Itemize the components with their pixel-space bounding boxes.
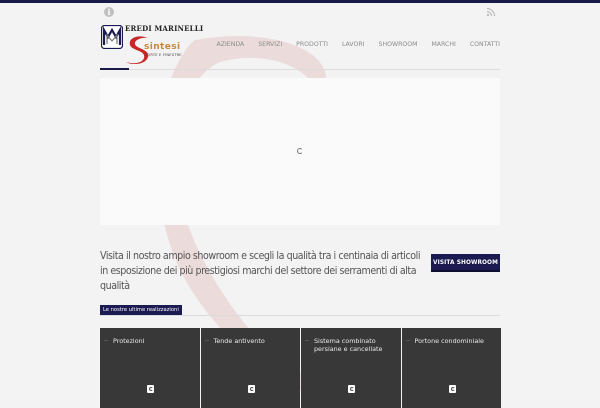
rss-icon[interactable] [486,7,496,17]
work-tile[interactable]: Sistema combinato persiane e cancellate [301,328,401,408]
nav-item-lavori[interactable]: LAVORI [335,41,372,48]
main-nav: AZIENDA SERVIZI PRODOTTI LAVORI SHOWROOM… [210,41,501,48]
top-accent-stripe [0,0,600,3]
nav-item-showroom[interactable]: SHOWROOM [372,41,425,48]
work-tile[interactable]: Tende antivento [200,328,300,408]
spinner-icon [147,385,154,393]
spinner-icon [448,385,456,393]
nav-item-contatti[interactable]: CONTATTI [463,41,500,48]
section-heading: Le nostre ultime realizzazioni [100,305,182,315]
nav-item-prodotti[interactable]: PRODOTTI [289,41,335,48]
showroom-promo-text: Visita il nostro ampio showroom e scegli… [100,250,421,292]
header-divider [129,69,500,70]
work-tile[interactable]: Protezioni [100,328,200,408]
site-header: EREDI MARINELLI sintesi PORTE E FINESTRE… [100,20,500,70]
logo-company-name: EREDI MARINELLI [125,24,204,33]
spinner-icon [348,385,355,393]
work-tile-title: Tende antivento [213,337,265,345]
work-tile-title: Protezioni [113,337,145,345]
nav-item-marchi[interactable]: MARCHI [424,41,462,48]
spinner-icon [247,385,255,393]
nav-item-azienda[interactable]: AZIENDA [210,41,252,48]
logo-tagline: PORTE E FINESTRE [145,53,182,57]
tile-bullet-icon [405,340,410,341]
tile-bullet-icon [104,340,108,341]
site-logo[interactable]: EREDI MARINELLI sintesi PORTE E FINESTRE [100,22,203,68]
logo-sub-brand: sintesi [144,42,181,52]
work-tile-title: Portone condominiale [414,337,484,345]
works-grid: Protezioni Tende antivento Sistema combi… [100,328,501,408]
nav-active-underline [100,68,129,70]
info-icon[interactable]: i [104,7,114,17]
work-tile[interactable]: Portone condominiale [401,328,501,408]
section-divider [100,315,500,316]
spinner-icon [297,148,303,154]
visit-showroom-button[interactable]: VISITA SHOWROOM [431,254,500,272]
tile-bullet-icon [305,340,309,341]
work-tile-title: Sistema combinato persiane e cancellate [314,337,383,353]
mm-monogram-icon [101,25,123,49]
top-bar: i [100,4,500,20]
hero-slider[interactable] [100,78,500,225]
nav-item-servizi[interactable]: SERVIZI [251,41,289,48]
tile-bullet-icon [204,340,209,341]
